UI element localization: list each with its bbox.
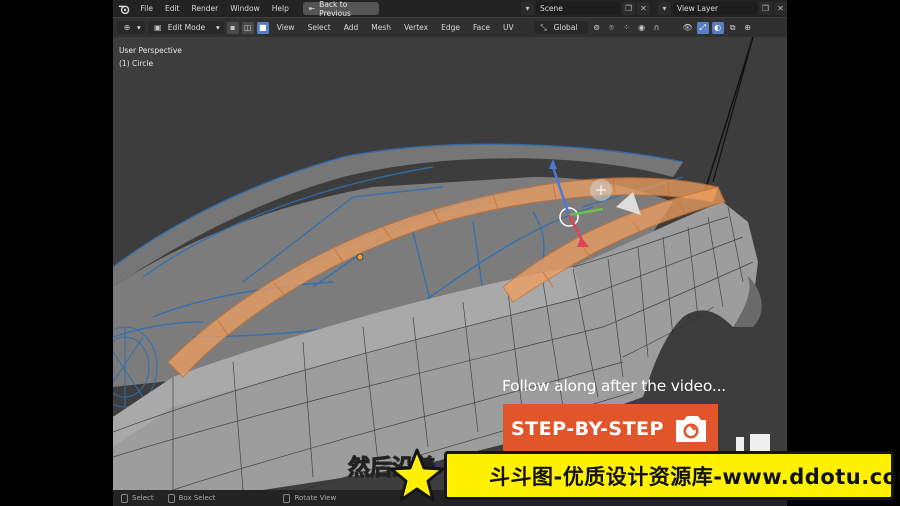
status-rotate-view: Rotate View: [283, 493, 336, 503]
wireframe-shading-icon[interactable]: ⊕: [742, 22, 754, 34]
watermark-banner: 斗斗图-优质设计资源库-www.ddotu.com: [444, 451, 900, 500]
remove-scene-icon[interactable]: ✕: [637, 2, 650, 15]
status-box-select: Box Select: [167, 493, 215, 503]
pivot-icon[interactable]: ⊚: [591, 22, 603, 34]
transform-orientation-dropdown[interactable]: ⤡ Global: [533, 21, 588, 34]
menu-window[interactable]: Window: [224, 4, 266, 13]
menu-view[interactable]: View: [272, 23, 300, 32]
edge-select-icon[interactable]: ◫: [241, 21, 254, 34]
chevron-down-icon: ▾: [216, 23, 220, 32]
menu-add[interactable]: Add: [339, 23, 364, 32]
copy-scene-icon[interactable]: ❐: [622, 2, 635, 15]
follow-along-caption: Follow along after the video...: [502, 377, 727, 395]
step-by-step-label: STEP-BY-STEP: [511, 418, 664, 440]
camera-icon: [676, 416, 706, 442]
editor-type-dropdown[interactable]: ⊕ ▾: [117, 21, 145, 34]
menu-edit[interactable]: Edit: [159, 4, 186, 13]
overlay-icon[interactable]: ◐: [711, 21, 724, 34]
snap-target-icon[interactable]: ⁘: [621, 22, 633, 34]
menu-select[interactable]: Select: [303, 23, 336, 32]
mode-label: Edit Mode: [167, 23, 206, 32]
copy-view-layer-icon[interactable]: ❐: [759, 2, 772, 15]
viewport-header: ⊕ ▾ ▣ Edit Mode ▾ ▪ ◫ ■ View Select Add M…: [113, 18, 787, 37]
menu-edge[interactable]: Edge: [436, 23, 465, 32]
edit-mode-icon: ▣: [153, 23, 162, 32]
scene-selector-icon[interactable]: ▾: [521, 2, 534, 15]
editor-type-icon: ⊕: [123, 23, 131, 32]
object-label: (1) Circle: [119, 59, 154, 68]
mouse-middle-icon: [283, 493, 291, 503]
orientation-icon: ⤡: [540, 22, 547, 32]
gizmo-icon[interactable]: ⤢: [696, 21, 709, 34]
viewport-info: User Perspective (1) Circle: [119, 44, 182, 70]
status-select: Select: [121, 493, 154, 503]
back-arrow-icon: ⇤: [308, 4, 316, 13]
orientation-label: Global: [553, 23, 578, 32]
perspective-label: User Perspective: [119, 46, 182, 55]
back-to-previous-button[interactable]: ⇤ Back to Previous: [302, 0, 379, 18]
menu-mesh[interactable]: Mesh: [366, 23, 396, 32]
back-to-previous-label: Back to Previous: [319, 0, 351, 18]
mode-dropdown[interactable]: ▣ Edit Mode ▾: [147, 21, 224, 34]
view-layer-field[interactable]: View Layer: [673, 2, 757, 15]
remove-view-layer-icon[interactable]: ✕: [774, 2, 787, 15]
top-menu-bar: File Edit Render Window Help ⇤ Back to P…: [113, 0, 787, 18]
scene-field[interactable]: Scene: [536, 2, 620, 15]
menu-face[interactable]: Face: [468, 23, 495, 32]
view-layer-name: View Layer: [677, 4, 719, 13]
falloff-icon[interactable]: ∩: [651, 22, 663, 34]
menu-file[interactable]: File: [134, 4, 159, 13]
step-by-step-card[interactable]: STEP-BY-STEP: [503, 404, 718, 454]
menu-help[interactable]: Help: [266, 4, 295, 13]
view-layer-selector-icon[interactable]: ▾: [658, 2, 671, 15]
watermark-text: 斗斗图-优质设计资源库-www.ddotu.com: [489, 464, 900, 489]
blender-logo-icon[interactable]: [118, 2, 130, 16]
mouse-left-drag-icon: [167, 493, 175, 503]
play-indicator-block: [750, 434, 770, 451]
menu-render[interactable]: Render: [185, 4, 224, 13]
menu-vertex[interactable]: Vertex: [399, 23, 433, 32]
menu-uv[interactable]: UV: [498, 23, 519, 32]
object-origin: [356, 253, 364, 261]
scene-name: Scene: [540, 4, 563, 13]
snap-icon[interactable]: ⌾: [606, 22, 618, 34]
xray-icon[interactable]: ⧉: [727, 22, 739, 34]
play-indicator-bar: [736, 437, 744, 451]
vertex-select-icon[interactable]: ▪: [226, 21, 239, 34]
proportional-edit-icon[interactable]: ◉: [636, 22, 648, 34]
mouse-left-icon: [121, 493, 128, 503]
visibility-icon[interactable]: 👁: [682, 22, 694, 34]
face-select-icon[interactable]: ■: [256, 21, 269, 34]
star-icon: [389, 448, 445, 502]
